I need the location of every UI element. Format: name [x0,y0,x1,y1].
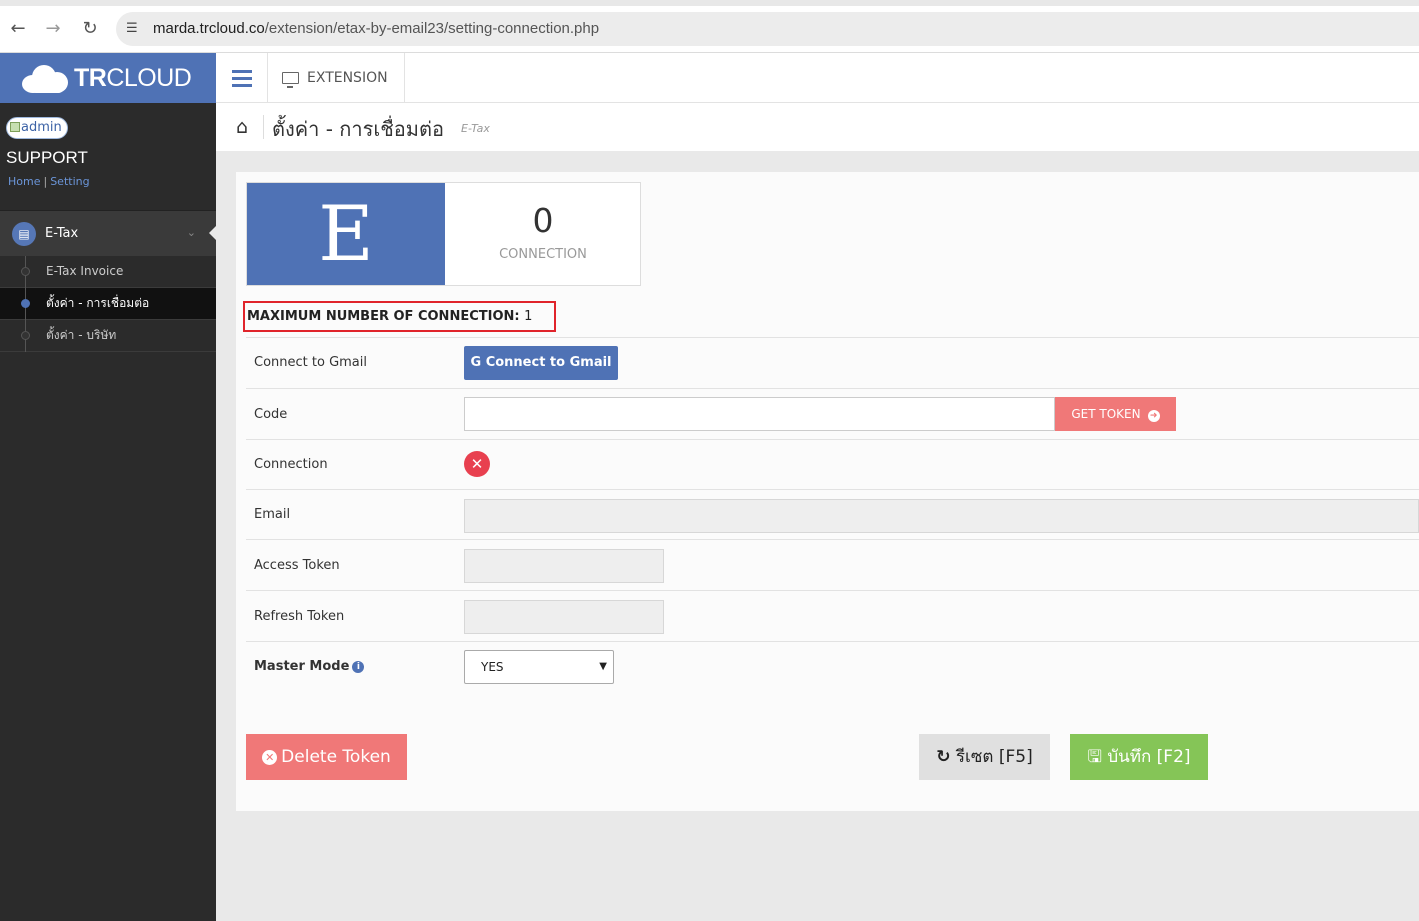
active-notch [209,226,216,240]
code-label: Code [254,407,288,422]
tab-label: EXTENSION [307,70,388,86]
home-icon[interactable]: ⌂ [236,117,248,137]
setting-link[interactable]: Setting [50,175,89,188]
site-settings-icon[interactable]: ☰ [126,21,142,37]
row-connect-gmail: Connect to Gmail G Connect to Gmail [246,337,1419,388]
connection-count: 0 [532,201,554,240]
connect-gmail-button[interactable]: G Connect to Gmail [464,346,618,380]
page-title-bar: ⌂ ตั้งค่า - การเชื่อมต่อ E-Tax [216,103,1419,151]
back-icon[interactable]: ← [5,16,31,42]
access-token-field[interactable] [464,549,664,583]
email-label: Email [254,507,291,522]
cloud-icon [22,63,70,93]
google-icon: G [470,355,482,370]
master-mode-select[interactable]: YES ▼ [464,650,614,684]
save-button[interactable]: 🖫 บันทึก [F2] [1070,734,1208,780]
get-token-button[interactable]: GET TOKEN ➜ [1055,397,1176,431]
close-circle-icon: ✕ [262,750,278,765]
row-master-mode: Master Mode i YES ▼ [246,641,1419,701]
floppy-icon: 🖫 [1087,747,1102,767]
bullet-icon [21,331,30,340]
monitor-icon [282,72,299,88]
connect-gmail-label: Connect to Gmail [254,355,367,370]
row-code: Code GET TOKEN ➜ [246,388,1419,439]
sidebar: TRCLOUD admin SUPPORT Home | Setting ▤ E-T… [0,53,216,921]
refresh-token-label: Refresh Token [254,609,345,624]
sidebar-group-label: E-Tax [45,226,79,241]
row-refresh-token: Refresh Token [246,590,1419,641]
code-input[interactable] [464,397,1055,431]
content-panel: E 0 CONNECTION MAXIMUM NUMBER OF CONNECT… [236,172,1419,811]
bullet-icon [21,267,30,276]
address-bar[interactable]: ☰ marda.trcloud.co/extension/etax-by-ema… [116,12,1419,46]
access-token-label: Access Token [254,558,340,573]
menu-toggle-icon[interactable] [216,53,268,103]
avatar[interactable]: admin [6,117,68,139]
chevron-down-icon: ▼ [599,661,607,672]
email-field[interactable] [464,499,1419,533]
browser-tabstrip [0,0,1419,6]
page-subtitle: E-Tax [461,122,490,135]
not-connected-icon: ✕ [464,451,490,477]
sidebar-item-company-settings[interactable]: ตั้งค่า - บริษัท [0,320,216,352]
sidebar-group-etax[interactable]: ▤ E-Tax ⌄ [0,210,216,256]
top-header: EXTENSION [216,53,1419,103]
refresh-token-field[interactable] [464,600,664,634]
connection-stat: E 0 CONNECTION [246,182,641,286]
connection-caption: CONNECTION [499,247,587,262]
browser-toolbar: ← → ↻ ☰ marda.trcloud.co/extension/etax-… [0,0,1419,53]
chevron-down-icon: ⌄ [186,226,196,239]
user-links: Home | Setting [8,175,90,188]
row-email: Email [246,489,1419,539]
sidebar-item-label: ตั้งค่า - การเชื่อมต่อ [46,296,150,310]
broken-image-icon [10,122,20,132]
delete-token-button[interactable]: ✕ Delete Token [246,734,407,780]
tab-extension[interactable]: EXTENSION [268,53,405,103]
sidebar-item-label: E-Tax Invoice [46,264,124,278]
master-mode-label: Master Mode i [254,659,365,674]
row-connection: Connection ✕ [246,439,1419,489]
home-link[interactable]: Home [8,175,40,188]
user-name: SUPPORT [6,148,88,167]
sidebar-item-connection-settings[interactable]: ตั้งค่า - การเชื่อมต่อ [0,288,216,320]
page-title: ตั้งค่า - การเชื่อมต่อ [272,117,444,141]
row-access-token: Access Token [246,539,1419,590]
connection-label: Connection [254,457,328,472]
reload-icon[interactable]: ↻ [77,16,103,42]
refresh-icon: ↻ [936,747,951,767]
logo[interactable]: TRCLOUD [0,53,216,103]
user-block: admin SUPPORT Home | Setting [0,103,216,210]
sidebar-item-etax-invoice[interactable]: E-Tax Invoice [0,256,216,288]
stat-letter: E [247,183,445,285]
logo-text: TRCLOUD [74,63,192,92]
reset-button[interactable]: ↻ รีเซต [F5] [919,734,1050,780]
max-connection-notice: MAXIMUM NUMBER OF CONNECTION: 1 [243,301,556,332]
document-icon: ▤ [12,221,36,246]
forward-icon[interactable]: → [40,16,66,42]
arrow-right-icon: ➜ [1147,410,1160,422]
bullet-icon [21,299,30,308]
sidebar-item-label: ตั้งค่า - บริษัท [46,328,117,342]
url-text[interactable]: marda.trcloud.co/extension/etax-by-email… [153,20,599,37]
info-icon[interactable]: i [352,661,365,673]
